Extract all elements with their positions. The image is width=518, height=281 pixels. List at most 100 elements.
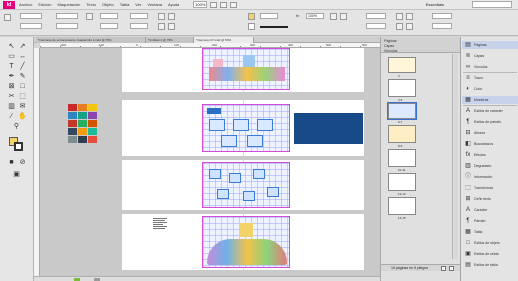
color-swatch[interactable] — [78, 120, 87, 127]
scale-y-field[interactable] — [100, 23, 118, 29]
tab-links[interactable]: Vínculos — [384, 49, 397, 53]
color-swatch[interactable] — [78, 112, 87, 119]
pencil-icon[interactable]: ✎ — [18, 73, 27, 81]
gap-tool-icon[interactable]: ↔ — [18, 53, 27, 61]
view-options-icon[interactable] — [210, 1, 218, 8]
note-icon[interactable]: ✉ — [18, 103, 27, 111]
panel-text-wrap[interactable]: ⊞ Ceñir texto — [462, 195, 518, 203]
artwork-frame[interactable] — [202, 216, 290, 268]
color-swatch[interactable] — [78, 136, 87, 143]
corner-field[interactable] — [432, 23, 452, 29]
panel-transform[interactable]: ⬚ Transformar — [462, 184, 518, 192]
rotate-ccw-icon[interactable] — [168, 13, 175, 20]
tab-pages[interactable]: Páginas — [384, 39, 397, 43]
artwork-frame[interactable] — [202, 104, 290, 152]
drop-shadow-icon[interactable] — [330, 13, 337, 20]
page-thumbnail[interactable] — [388, 197, 416, 215]
rotate-field[interactable] — [130, 13, 148, 19]
w-field[interactable] — [56, 13, 78, 19]
free-transform-icon[interactable]: ⬚ — [18, 93, 27, 101]
fit-frame-icon[interactable] — [406, 13, 413, 20]
tab-layers[interactable]: Capas — [384, 44, 394, 48]
y-field[interactable] — [20, 23, 42, 29]
color-swatch[interactable] — [68, 104, 77, 111]
artwork-frame[interactable] — [202, 48, 290, 90]
gradient-icon[interactable]: ▥ — [7, 103, 16, 111]
stroke-swatch-icon[interactable] — [248, 23, 255, 30]
color-swatch[interactable] — [88, 120, 97, 127]
panel-pathfinder[interactable]: ◧ Buscatrazos — [462, 140, 518, 148]
spread[interactable] — [122, 48, 364, 92]
apply-none-icon[interactable]: ⊘ — [18, 159, 27, 167]
pasteboard[interactable] — [40, 48, 380, 276]
h-field[interactable] — [56, 23, 78, 29]
menu-window[interactable]: Ventana — [147, 2, 162, 7]
search-input[interactable] — [472, 1, 512, 8]
eyedropper-icon[interactable]: ⁄ — [7, 113, 16, 121]
page-thumbnail[interactable] — [387, 102, 417, 120]
apply-color-icon[interactable]: ■ — [7, 159, 16, 167]
page-thumbnail[interactable] — [388, 173, 416, 191]
fill-swatch-icon[interactable] — [248, 13, 255, 20]
panel-pages[interactable]: ▤ Páginas — [462, 41, 518, 49]
color-swatch[interactable] — [78, 104, 87, 111]
page-thumbnail[interactable] — [388, 149, 416, 167]
stroke-type-preview[interactable] — [260, 26, 288, 28]
artwork-frame[interactable] — [202, 162, 290, 208]
new-page-icon[interactable] — [441, 266, 446, 271]
panel-align[interactable]: ⊟ Alinear — [462, 129, 518, 137]
arrange-documents-icon[interactable] — [230, 1, 238, 8]
text-frame[interactable] — [153, 218, 167, 230]
menu-edit[interactable]: Edición — [38, 2, 51, 7]
color-swatch[interactable] — [88, 128, 97, 135]
panel-paragraph[interactable]: ¶ Párrafo — [462, 217, 518, 225]
x-field[interactable] — [20, 13, 42, 19]
flip-h-icon[interactable] — [158, 23, 165, 30]
menu-help[interactable]: Ayuda — [168, 2, 179, 7]
panel-info[interactable]: ⓘ Información — [462, 173, 518, 181]
flip-v-icon[interactable] — [168, 23, 175, 30]
center-content-icon[interactable] — [396, 23, 403, 30]
scissors-icon[interactable]: ✂ — [7, 93, 16, 101]
stroke-color-icon[interactable] — [14, 142, 23, 151]
menu-view[interactable]: Ver — [135, 2, 141, 7]
spread[interactable] — [122, 160, 364, 210]
auto-fit-field[interactable] — [366, 13, 386, 19]
panel-effects[interactable]: fx Efectos — [462, 151, 518, 159]
fitting-field[interactable] — [366, 23, 386, 29]
rectangle-icon[interactable]: □ — [18, 83, 27, 91]
color-swatch[interactable] — [78, 128, 87, 135]
hand-icon[interactable]: ✋ — [18, 113, 27, 121]
pen-icon[interactable]: ✒ — [7, 73, 16, 81]
selection-icon[interactable]: ↖ — [7, 43, 16, 51]
blue-rectangle[interactable] — [294, 113, 363, 144]
panel-table[interactable]: ▦ Tabla — [462, 228, 518, 236]
page-thumbnail[interactable] — [388, 57, 416, 73]
color-swatch[interactable] — [68, 112, 77, 119]
spread[interactable] — [122, 100, 364, 156]
menu-layout[interactable]: Maquetación — [57, 2, 80, 7]
zoom-select[interactable]: 100% — [193, 1, 208, 8]
stroke-weight-field[interactable] — [260, 13, 278, 19]
panel-layers[interactable]: ≋ Capas — [462, 52, 518, 60]
menu-type[interactable]: Texto — [86, 2, 96, 7]
line-icon[interactable]: ╱ — [18, 63, 27, 71]
panel-char-style[interactable]: A Estilos de carácter — [462, 107, 518, 115]
panel-table-styles[interactable]: ▤ Estilos de tabla — [462, 261, 518, 269]
reference-point-icon[interactable] — [4, 14, 11, 21]
panel-swatches[interactable]: ▦ Muestras — [462, 96, 518, 104]
fit-content-icon[interactable] — [396, 13, 403, 20]
color-swatch[interactable] — [68, 128, 77, 135]
zoom-icon[interactable]: ⚲ — [12, 123, 21, 131]
color-swatch[interactable] — [88, 136, 97, 143]
rectangle-frame-icon[interactable]: ⊠ — [7, 83, 16, 91]
color-swatch[interactable] — [88, 104, 97, 111]
color-swatch[interactable] — [68, 136, 77, 143]
menu-file[interactable]: Archivo — [19, 2, 32, 7]
rotate-cw-icon[interactable] — [158, 13, 165, 20]
stroke-weight-2-field[interactable] — [432, 13, 452, 19]
effects-icon[interactable] — [340, 13, 347, 20]
panel-cell-styles[interactable]: ▣ Estilos de celda — [462, 250, 518, 258]
page-thumbnail[interactable] — [388, 79, 416, 97]
page-tool-icon[interactable]: ▭ — [7, 53, 16, 61]
